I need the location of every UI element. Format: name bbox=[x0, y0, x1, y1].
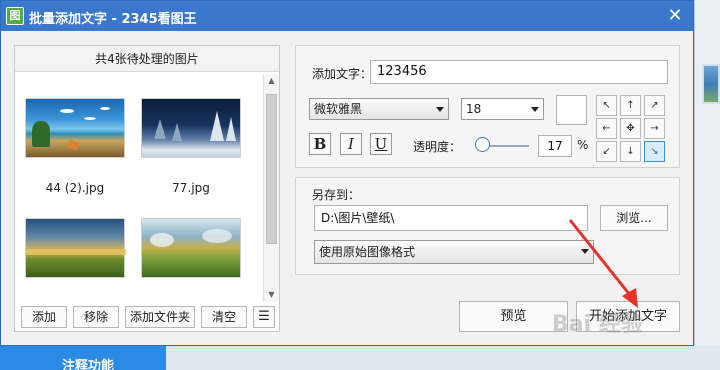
position-middle-right-icon[interactable]: → bbox=[644, 118, 665, 139]
opacity-input[interactable]: 17 bbox=[538, 135, 572, 157]
save-settings-group: 另存到： D:\图片\壁纸\ 浏览... 使用原始图像格式 bbox=[295, 177, 680, 275]
remove-button[interactable]: 移除 bbox=[73, 306, 119, 328]
scroll-thumb[interactable] bbox=[266, 94, 277, 244]
image-caption: 44 (2).jpg bbox=[45, 181, 105, 195]
text-input[interactable]: 123456 bbox=[370, 60, 668, 84]
position-bottom-center-icon[interactable]: ↓ bbox=[620, 141, 641, 162]
clear-button[interactable]: 清空 bbox=[201, 306, 247, 328]
position-middle-left-icon[interactable]: ← bbox=[596, 118, 617, 139]
start-add-text-button[interactable]: 开始添加文字 bbox=[576, 301, 680, 332]
italic-button[interactable]: I bbox=[340, 133, 362, 155]
font-select[interactable]: 微软雅黑 bbox=[309, 98, 449, 120]
opacity-slider-handle[interactable] bbox=[475, 137, 490, 152]
format-select[interactable]: 使用原始图像格式 bbox=[314, 240, 594, 264]
title-bar[interactable]: 图 批量添加文字 - 2345看图王 ✕ bbox=[1, 1, 693, 31]
preview-button[interactable]: 预览 bbox=[459, 301, 568, 332]
chevron-down-icon bbox=[531, 107, 539, 112]
list-view-icon[interactable]: ☰ bbox=[253, 306, 275, 328]
font-size-value: 18 bbox=[466, 102, 482, 116]
background-banner: 注释功能 bbox=[0, 346, 166, 370]
position-grid: ↖ ↑ ↗ ← ✥ → ↙ ↓ ↘ bbox=[596, 95, 666, 162]
underline-button[interactable]: U bbox=[370, 133, 392, 155]
position-center-icon[interactable]: ✥ bbox=[620, 118, 641, 139]
image-count-header: 共4张待处理的图片 bbox=[15, 46, 279, 72]
position-top-left-icon[interactable]: ↖ bbox=[596, 95, 617, 116]
image-caption: 77.jpg bbox=[172, 181, 210, 195]
scroll-up-icon[interactable]: ▲ bbox=[264, 74, 279, 88]
app-icon: 图 bbox=[6, 7, 24, 25]
text-settings-group: 添加文字： 123456 微软雅黑 18 B I U 透明度： 17 % ↖ ↑… bbox=[295, 45, 680, 168]
position-bottom-left-icon[interactable]: ↙ bbox=[596, 141, 617, 162]
chevron-down-icon bbox=[581, 249, 589, 254]
image-list-scrollbar[interactable]: ▲ ▼ bbox=[263, 74, 279, 302]
save-path-input[interactable]: D:\图片\壁纸\ bbox=[314, 205, 588, 231]
position-top-center-icon[interactable]: ↑ bbox=[620, 95, 641, 116]
image-thumbnail[interactable] bbox=[25, 98, 125, 158]
background-thumbnail bbox=[702, 64, 720, 104]
add-button[interactable]: 添加 bbox=[21, 306, 67, 328]
banner-text: 注释功能 bbox=[62, 359, 115, 370]
save-to-label: 另存到： bbox=[312, 188, 361, 202]
font-select-value: 微软雅黑 bbox=[314, 102, 363, 116]
background-app-panel bbox=[694, 0, 720, 370]
image-thumbnail[interactable] bbox=[141, 98, 241, 158]
add-folder-button[interactable]: 添加文件夹 bbox=[125, 306, 195, 328]
percent-sign: % bbox=[577, 138, 589, 152]
font-size-select[interactable]: 18 bbox=[461, 98, 544, 120]
chevron-down-icon bbox=[436, 107, 444, 112]
image-thumbnail[interactable] bbox=[141, 218, 241, 278]
position-bottom-right-icon[interactable]: ↘ bbox=[644, 141, 665, 162]
batch-add-text-dialog: 图 批量添加文字 - 2345看图王 ✕ 共4张待处理的图片 44 (2).jp… bbox=[0, 0, 694, 346]
close-button[interactable]: ✕ bbox=[661, 4, 689, 28]
image-thumbnail[interactable] bbox=[25, 218, 126, 278]
image-list-panel: 共4张待处理的图片 44 (2).jpg 77.jpg ▲ ▼ 添加 移除 添加… bbox=[14, 45, 280, 332]
position-top-right-icon[interactable]: ↗ bbox=[644, 95, 665, 116]
bold-button[interactable]: B bbox=[309, 133, 331, 155]
format-select-value: 使用原始图像格式 bbox=[319, 245, 416, 259]
window-title: 批量添加文字 - 2345看图王 bbox=[29, 12, 197, 27]
browse-button[interactable]: 浏览... bbox=[600, 205, 668, 231]
color-picker[interactable] bbox=[556, 95, 587, 125]
scroll-down-icon[interactable]: ▼ bbox=[264, 288, 279, 302]
opacity-label: 透明度： bbox=[413, 140, 462, 154]
text-label: 添加文字： bbox=[312, 67, 373, 81]
